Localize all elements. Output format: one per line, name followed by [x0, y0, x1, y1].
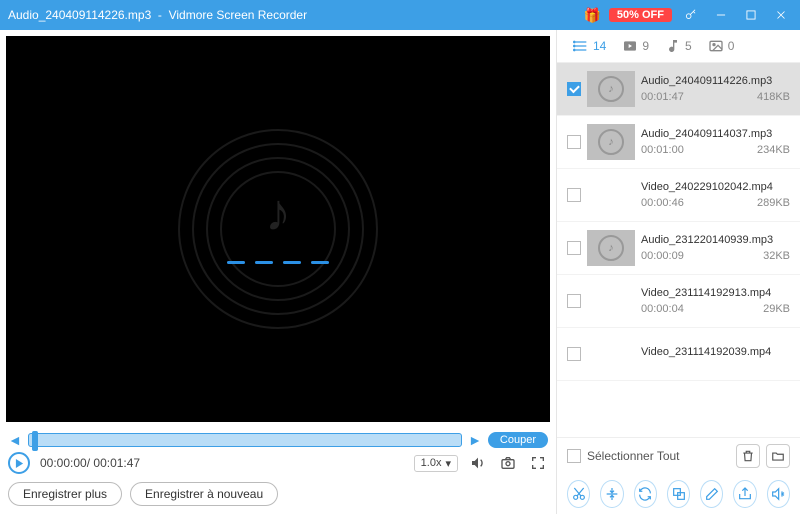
item-filename: Video_231114192039.mp4: [641, 346, 790, 358]
video-thumbnail: [587, 336, 635, 372]
edit-tool-icon[interactable]: [700, 480, 723, 508]
video-thumbnail: [587, 283, 635, 319]
item-duration: 00:00:46: [641, 197, 684, 209]
save-more-button[interactable]: Enregistrer plus: [8, 482, 122, 506]
chevron-down-icon: ▾: [445, 457, 451, 470]
item-size: 234KB: [757, 144, 790, 156]
app-name: Vidmore Screen Recorder: [169, 8, 308, 22]
action-toolbar: [557, 474, 800, 514]
list-item[interactable]: Video_231114192913.mp4 00:00:04 29KB: [557, 275, 800, 328]
item-size: 29KB: [763, 303, 790, 315]
file-list[interactable]: Audio_240409114226.mp300:01:47418KBAudio…: [557, 63, 800, 437]
share-tool-icon[interactable]: [733, 480, 756, 508]
audio-visual-placeholder: ♪: [178, 129, 378, 329]
list-item[interactable]: Video_240229102042.mp4 00:00:46 289KB: [557, 169, 800, 222]
item-checkbox[interactable]: [567, 241, 581, 255]
item-filename: Video_231114192913.mp4: [641, 287, 790, 299]
minimize-button[interactable]: [710, 4, 732, 26]
compress-tool-icon[interactable]: [600, 480, 623, 508]
volume-tool-icon[interactable]: [767, 480, 790, 508]
audio-thumbnail: [587, 230, 635, 266]
filter-tabs: 14 9 5 0: [557, 30, 800, 63]
close-button[interactable]: [770, 4, 792, 26]
list-item[interactable]: Video_231114192039.mp4: [557, 328, 800, 381]
trim-start-icon[interactable]: ◄: [8, 432, 22, 448]
item-checkbox[interactable]: [567, 82, 581, 96]
snapshot-icon[interactable]: [498, 453, 518, 473]
timeline-slider[interactable]: [28, 433, 462, 447]
select-all-label: Sélectionner Tout: [587, 449, 680, 463]
select-all-checkbox[interactable]: [567, 449, 581, 463]
current-filename: Audio_240409114226.mp3: [8, 8, 151, 22]
item-checkbox[interactable]: [567, 188, 581, 202]
item-checkbox[interactable]: [567, 347, 581, 361]
time-display: 00:00:00/ 00:01:47: [40, 456, 140, 470]
item-size: 32KB: [763, 250, 790, 262]
titlebar: Audio_240409114226.mp3 - Vidmore Screen …: [0, 0, 800, 30]
convert-tool-icon[interactable]: [634, 480, 657, 508]
trim-tool-icon[interactable]: [567, 480, 590, 508]
speed-selector[interactable]: 1.0x▾: [414, 455, 458, 472]
window-title: Audio_240409114226.mp3 - Vidmore Screen …: [8, 8, 583, 22]
preview-area: ♪: [6, 36, 550, 422]
list-item[interactable]: Audio_240409114037.mp3 00:01:00 234KB: [557, 116, 800, 169]
tab-image[interactable]: 0: [702, 36, 741, 56]
promo-badge[interactable]: 50% OFF: [609, 8, 672, 22]
audio-thumbnail: [587, 71, 635, 107]
open-folder-button[interactable]: [766, 444, 790, 468]
item-duration: 00:00:09: [641, 250, 684, 262]
volume-icon[interactable]: [468, 453, 488, 473]
fullscreen-icon[interactable]: [528, 453, 548, 473]
key-icon[interactable]: [680, 4, 702, 26]
save-again-button[interactable]: Enregistrer à nouveau: [130, 482, 278, 506]
item-filename: Audio_240409114226.mp3: [641, 75, 790, 87]
item-duration: 00:01:00: [641, 144, 684, 156]
merge-tool-icon[interactable]: [667, 480, 690, 508]
audio-thumbnail: [587, 124, 635, 160]
item-filename: Video_240229102042.mp4: [641, 181, 790, 193]
gift-icon[interactable]: 🎁: [583, 7, 600, 24]
item-checkbox[interactable]: [567, 135, 581, 149]
item-duration: 00:01:47: [641, 91, 684, 103]
item-filename: Audio_231220140939.mp3: [641, 234, 790, 246]
tab-video[interactable]: 9: [616, 36, 655, 56]
delete-button[interactable]: [736, 444, 760, 468]
maximize-button[interactable]: [740, 4, 762, 26]
tab-all[interactable]: 14: [567, 36, 612, 56]
item-size: 289KB: [757, 197, 790, 209]
video-thumbnail: [587, 177, 635, 213]
cut-button[interactable]: Couper: [488, 432, 548, 448]
trim-end-icon[interactable]: ►: [468, 432, 482, 448]
item-filename: Audio_240409114037.mp3: [641, 128, 790, 140]
item-checkbox[interactable]: [567, 294, 581, 308]
play-button[interactable]: [8, 452, 30, 474]
list-item[interactable]: Audio_240409114226.mp3 00:01:47 418KB: [557, 63, 800, 116]
item-duration: 00:00:04: [641, 303, 684, 315]
music-note-icon: ♪: [265, 183, 291, 243]
item-size: 418KB: [757, 91, 790, 103]
list-item[interactable]: Audio_231220140939.mp3 00:00:09 32KB: [557, 222, 800, 275]
tab-audio[interactable]: 5: [659, 36, 698, 56]
